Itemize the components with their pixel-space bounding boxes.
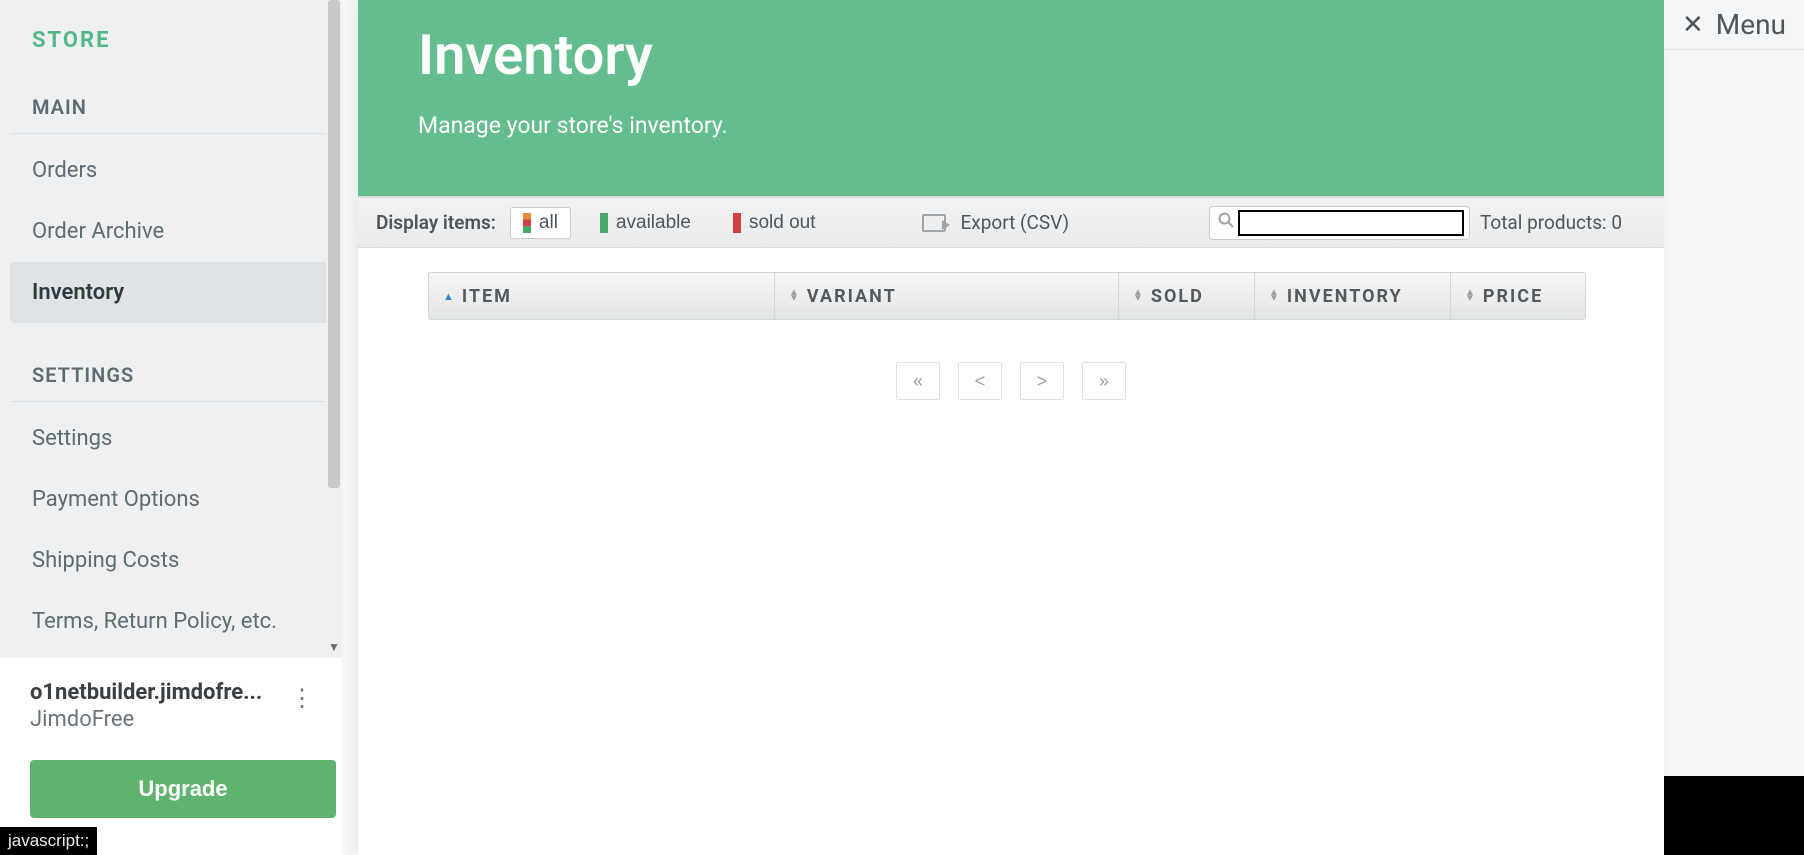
bottom-right-strip xyxy=(1664,776,1804,855)
pager-next-button[interactable]: > xyxy=(1020,362,1064,400)
filter-soldout-icon xyxy=(733,213,741,233)
sidebar-item-orders[interactable]: Orders xyxy=(10,140,332,201)
filter-all-button[interactable]: all xyxy=(510,207,571,239)
filter-available-button[interactable]: available xyxy=(587,207,704,239)
sidebar-scrollbar-thumb[interactable] xyxy=(328,0,340,488)
sort-icon: ▲▼ xyxy=(789,290,801,302)
page-subtitle: Manage your store's inventory. xyxy=(418,112,1664,139)
col-price[interactable]: ▲▼ PRICE xyxy=(1451,273,1585,319)
export-csv-button[interactable]: Export (CSV) xyxy=(922,211,1069,234)
search-wrap xyxy=(1209,206,1470,240)
site-plan: JimdoFree xyxy=(30,707,262,732)
more-options-icon[interactable]: ⋮ xyxy=(282,680,322,716)
page-title: Inventory xyxy=(418,22,1664,88)
sidebar-item-terms[interactable]: Terms, Return Policy, etc. xyxy=(10,591,332,652)
browser-status-bar: javascript:; xyxy=(0,827,97,855)
menu-label: Menu xyxy=(1716,8,1786,41)
filter-available-icon xyxy=(600,213,608,233)
col-variant[interactable]: ▲▼ VARIANT xyxy=(775,273,1119,319)
sidebar-item-inventory[interactable]: Inventory xyxy=(10,262,332,323)
grid-header: ▲ ITEM ▲▼ VARIANT ▲▼ SOLD ▲▼ INVENTORY ▲… xyxy=(428,272,1586,320)
col-inventory-label: INVENTORY xyxy=(1287,286,1403,307)
page-hero: Inventory Manage your store's inventory. xyxy=(358,0,1664,196)
sort-icon: ▲▼ xyxy=(1133,290,1145,302)
inventory-grid: ▲ ITEM ▲▼ VARIANT ▲▼ SOLD ▲▼ INVENTORY ▲… xyxy=(428,272,1586,320)
search-input[interactable] xyxy=(1238,210,1464,236)
filter-all-label: all xyxy=(539,212,558,234)
upgrade-button[interactable]: Upgrade xyxy=(30,760,336,818)
sidebar: STORE MAIN Orders Order Archive Inventor… xyxy=(0,0,342,855)
sidebar-item-settings[interactable]: Settings xyxy=(10,408,332,469)
search-icon xyxy=(1218,212,1234,233)
sidebar-scrollbar[interactable]: ▼ xyxy=(326,0,342,658)
filter-soldout-button[interactable]: sold out xyxy=(720,207,829,239)
site-name: o1netbuilder.jimdofre... xyxy=(30,680,262,705)
pager-prev-button[interactable]: < xyxy=(958,362,1002,400)
col-sold[interactable]: ▲▼ SOLD xyxy=(1119,273,1255,319)
main-panel: Inventory Manage your store's inventory.… xyxy=(358,0,1664,855)
close-icon: ✕ xyxy=(1682,10,1704,40)
col-inventory[interactable]: ▲▼ INVENTORY xyxy=(1255,273,1451,319)
sidebar-scrollbar-down-icon[interactable]: ▼ xyxy=(326,640,342,656)
col-sold-label: SOLD xyxy=(1151,286,1204,307)
filter-available-label: available xyxy=(616,212,691,234)
sidebar-section-settings: SETTINGS xyxy=(10,349,332,402)
sidebar-footer: o1netbuilder.jimdofre... JimdoFree ⋮ Upg… xyxy=(0,658,342,855)
sidebar-store-label: STORE xyxy=(10,0,332,81)
filter-all-icon xyxy=(523,213,531,233)
pager-last-button[interactable]: » xyxy=(1082,362,1126,400)
sidebar-scroll: STORE MAIN Orders Order Archive Inventor… xyxy=(0,0,342,658)
col-item-label: ITEM xyxy=(462,286,512,307)
sort-icon: ▲▼ xyxy=(1269,290,1281,302)
col-price-label: PRICE xyxy=(1483,286,1543,307)
export-icon xyxy=(922,214,946,232)
col-variant-label: VARIANT xyxy=(807,286,897,307)
sidebar-item-payment-options[interactable]: Payment Options xyxy=(10,469,332,530)
toolbar: Display items: all available sold out Ex… xyxy=(358,196,1664,248)
sort-icon: ▲▼ xyxy=(1465,290,1477,302)
export-label: Export (CSV) xyxy=(960,211,1069,234)
pager: « < > » xyxy=(358,362,1664,400)
filter-soldout-label: sold out xyxy=(749,212,816,234)
menu-toggle[interactable]: ✕ Menu xyxy=(1664,0,1804,50)
display-items-label: Display items: xyxy=(376,211,496,234)
total-products-label: Total products: 0 xyxy=(1480,211,1622,234)
sidebar-item-order-archive[interactable]: Order Archive xyxy=(10,201,332,262)
sort-asc-icon: ▲ xyxy=(443,290,456,303)
sidebar-item-shipping-costs[interactable]: Shipping Costs xyxy=(10,530,332,591)
sidebar-section-main: MAIN xyxy=(10,81,332,134)
pager-first-button[interactable]: « xyxy=(896,362,940,400)
col-item[interactable]: ▲ ITEM xyxy=(429,273,775,319)
